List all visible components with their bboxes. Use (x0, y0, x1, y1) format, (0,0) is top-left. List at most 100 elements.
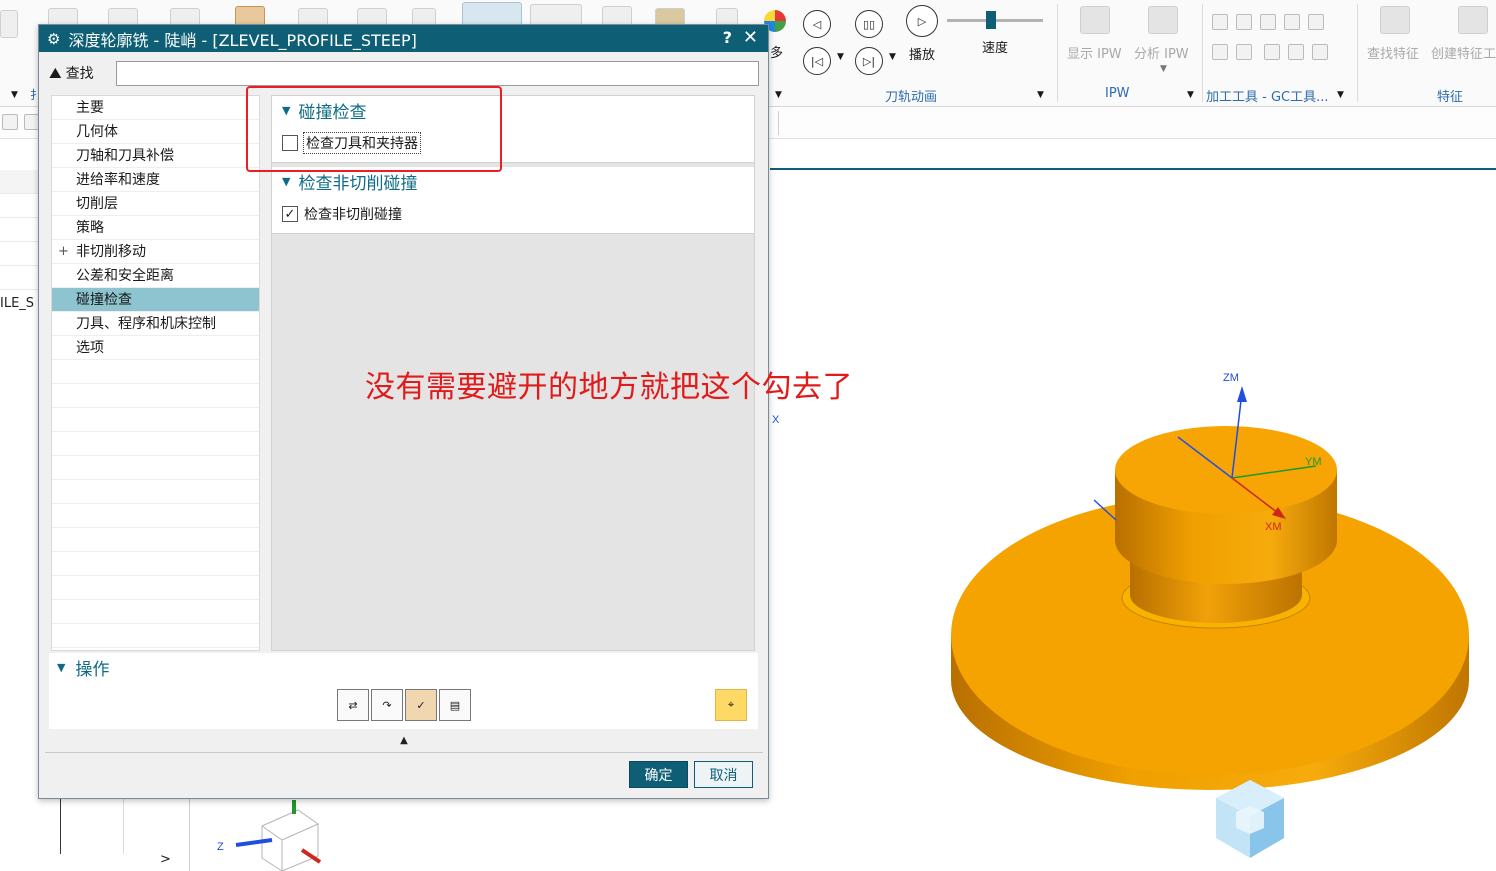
analyze-ipw-dropdown-icon[interactable]: ▼ (1160, 64, 1167, 74)
ribbon-divider (1202, 4, 1203, 102)
navigator-row[interactable] (0, 266, 40, 290)
gc-tool-icon-2[interactable] (1236, 14, 1252, 30)
collapse-triangle-icon[interactable]: ▼ (57, 661, 65, 674)
tree-item[interactable]: 切削层 (52, 192, 259, 216)
noncut-checkbox-label[interactable]: 检查非切削碰撞 (304, 204, 402, 224)
expand-plus-icon[interactable]: + (58, 240, 69, 264)
ribbon-group-dropdown-icon[interactable]: ▼ (1037, 90, 1044, 100)
rewind-dropdown-icon[interactable]: ▼ (837, 52, 844, 62)
cancel-button[interactable]: 取消 (694, 761, 753, 788)
tree-item[interactable]: 公差和安全距离 (52, 264, 259, 288)
navigator-operation-fragment[interactable]: ILE_S (0, 296, 34, 311)
collapse-toggle[interactable]: ▲ (45, 735, 763, 753)
model-viewport[interactable]: ZM YM XM X (760, 330, 1496, 800)
tree-empty-row (52, 552, 259, 576)
tree-empty-row (52, 624, 259, 648)
pause-icon[interactable]: ▯▯ (855, 10, 883, 38)
show-toolpath-icon[interactable]: ⌖ (715, 689, 747, 721)
tree-empty-row (52, 408, 259, 432)
noncut-check-row: ✓ 检查非切削碰撞 (272, 195, 754, 233)
replay-toolpath-icon[interactable]: ↷ (371, 689, 403, 721)
group-label-machining-tools[interactable]: 加工工具 - GC工具... (1206, 86, 1329, 105)
create-feature-icon[interactable] (1458, 6, 1488, 34)
tree-item[interactable]: 刀轴和刀具补偿 (52, 144, 259, 168)
gear-icon: ⚙ (47, 29, 61, 48)
dialog-titlebar[interactable]: ⚙ 深度轮廓铣 - 陡峭 - [ZLEVEL_PROFILE_STEEP] ? … (39, 25, 768, 52)
navigator-row[interactable] (0, 242, 40, 266)
tree-item[interactable]: + 非切削移动 (52, 240, 259, 264)
gc-tool-icon-7[interactable] (1236, 44, 1252, 60)
gc-tool-icon-9[interactable] (1288, 44, 1304, 60)
forward-dropdown-icon[interactable]: ▼ (889, 52, 896, 62)
gc-tool-icon-1[interactable] (1212, 14, 1228, 30)
ribbon-group-dropdown-icon[interactable]: ▼ (1337, 90, 1344, 100)
tree-empty-row (52, 600, 259, 624)
gc-tool-icon-8[interactable] (1264, 44, 1280, 60)
list-toolpath-icon[interactable]: ▤ (439, 689, 471, 721)
find-feature-label[interactable]: 查找特征 (1367, 43, 1419, 62)
speed-slider-thumb[interactable] (985, 11, 996, 29)
annotation-text: 没有需要避开的地方就把这个勾去了 (365, 370, 853, 405)
forward-icon[interactable]: ▷| (855, 47, 883, 75)
triad-z-label: Z (217, 841, 224, 853)
scroll-right-icon[interactable]: > (160, 852, 171, 867)
gc-tool-icon-5[interactable] (1308, 14, 1324, 30)
tree-item-label: 主要 (76, 100, 104, 116)
ribbon-group-dropdown-icon[interactable]: ▼ (1187, 90, 1194, 100)
more-label: 多 (770, 46, 784, 61)
gc-tool-icon-4[interactable] (1284, 14, 1300, 30)
noncut-checkbox[interactable]: ✓ (282, 206, 298, 222)
gc-tool-icon-10[interactable] (1312, 44, 1328, 60)
tree-item[interactable]: 主要 (52, 96, 259, 120)
generate-toolpath-icon[interactable]: ⇄ (337, 689, 369, 721)
ribbon-group-dropdown-icon[interactable]: ▼ (11, 90, 18, 100)
analyze-ipw-icon[interactable] (1148, 6, 1178, 34)
find-feature-icon[interactable] (1380, 6, 1410, 34)
operation-navigator (0, 170, 40, 810)
speed-slider[interactable] (947, 11, 1043, 29)
secondary-toolbar-icon[interactable] (2, 114, 18, 130)
toolbar-divider (778, 111, 779, 135)
help-button[interactable]: ? (723, 28, 732, 47)
gc-tool-icon-6[interactable] (1212, 44, 1228, 60)
tree-item[interactable]: 选项 (52, 336, 259, 360)
tree-item-label: 切削层 (76, 196, 118, 212)
operations-header[interactable]: ▼ 操作 (49, 653, 758, 681)
tree-item[interactable]: 刀具、程序和机床控制 (52, 312, 259, 336)
play-label: 播放 (909, 48, 936, 63)
tree-empty-row (52, 504, 259, 528)
tree-item-label: 选项 (76, 340, 104, 356)
ribbon-clipped-icon[interactable] (0, 10, 18, 38)
navigator-row[interactable] (0, 218, 40, 242)
tree-item[interactable]: 碰撞检查 (52, 288, 259, 312)
navigator-row[interactable] (0, 170, 40, 194)
tree-empty-row (52, 432, 259, 456)
search-input[interactable] (116, 61, 759, 86)
play-icon[interactable]: ▷ (906, 5, 938, 37)
navigator-row[interactable] (0, 194, 40, 218)
verify-toolpath-icon[interactable]: ✓ (405, 689, 437, 721)
create-feature-label[interactable]: 创建特征工 (1431, 43, 1496, 62)
ribbon-group-dropdown-icon[interactable]: ▼ (775, 90, 782, 100)
step-back-icon[interactable]: ◁ (803, 10, 831, 38)
gc-tool-icon-3[interactable] (1260, 14, 1276, 30)
tree-item-label: 刀具、程序和机床控制 (76, 316, 216, 332)
tree-item-label: 公差和安全距离 (76, 268, 174, 284)
tree-item[interactable]: 策略 (52, 216, 259, 240)
close-button[interactable]: ✕ (743, 27, 758, 48)
tree-item[interactable]: 进给率和速度 (52, 168, 259, 192)
tree-item[interactable]: 几何体 (52, 120, 259, 144)
analyze-ipw-label[interactable]: 分析 IPW (1134, 43, 1189, 62)
top-boss-face (1115, 426, 1337, 514)
tree-item-label: 非切削移动 (76, 244, 146, 260)
rewind-icon[interactable]: |◁ (803, 47, 831, 75)
show-ipw-label[interactable]: 显示 IPW (1067, 43, 1122, 62)
view-triad[interactable]: Z (210, 796, 340, 871)
search-label: 查找 (65, 66, 94, 82)
tree-item-label: 刀轴和刀具补偿 (76, 148, 174, 164)
navigator-column-line (60, 798, 61, 854)
ok-button[interactable]: 确定 (629, 761, 688, 788)
show-ipw-icon[interactable] (1080, 6, 1110, 34)
navigator-bottom-area: > (0, 798, 190, 871)
collapse-triangle-icon[interactable]: ▼ (282, 175, 290, 188)
